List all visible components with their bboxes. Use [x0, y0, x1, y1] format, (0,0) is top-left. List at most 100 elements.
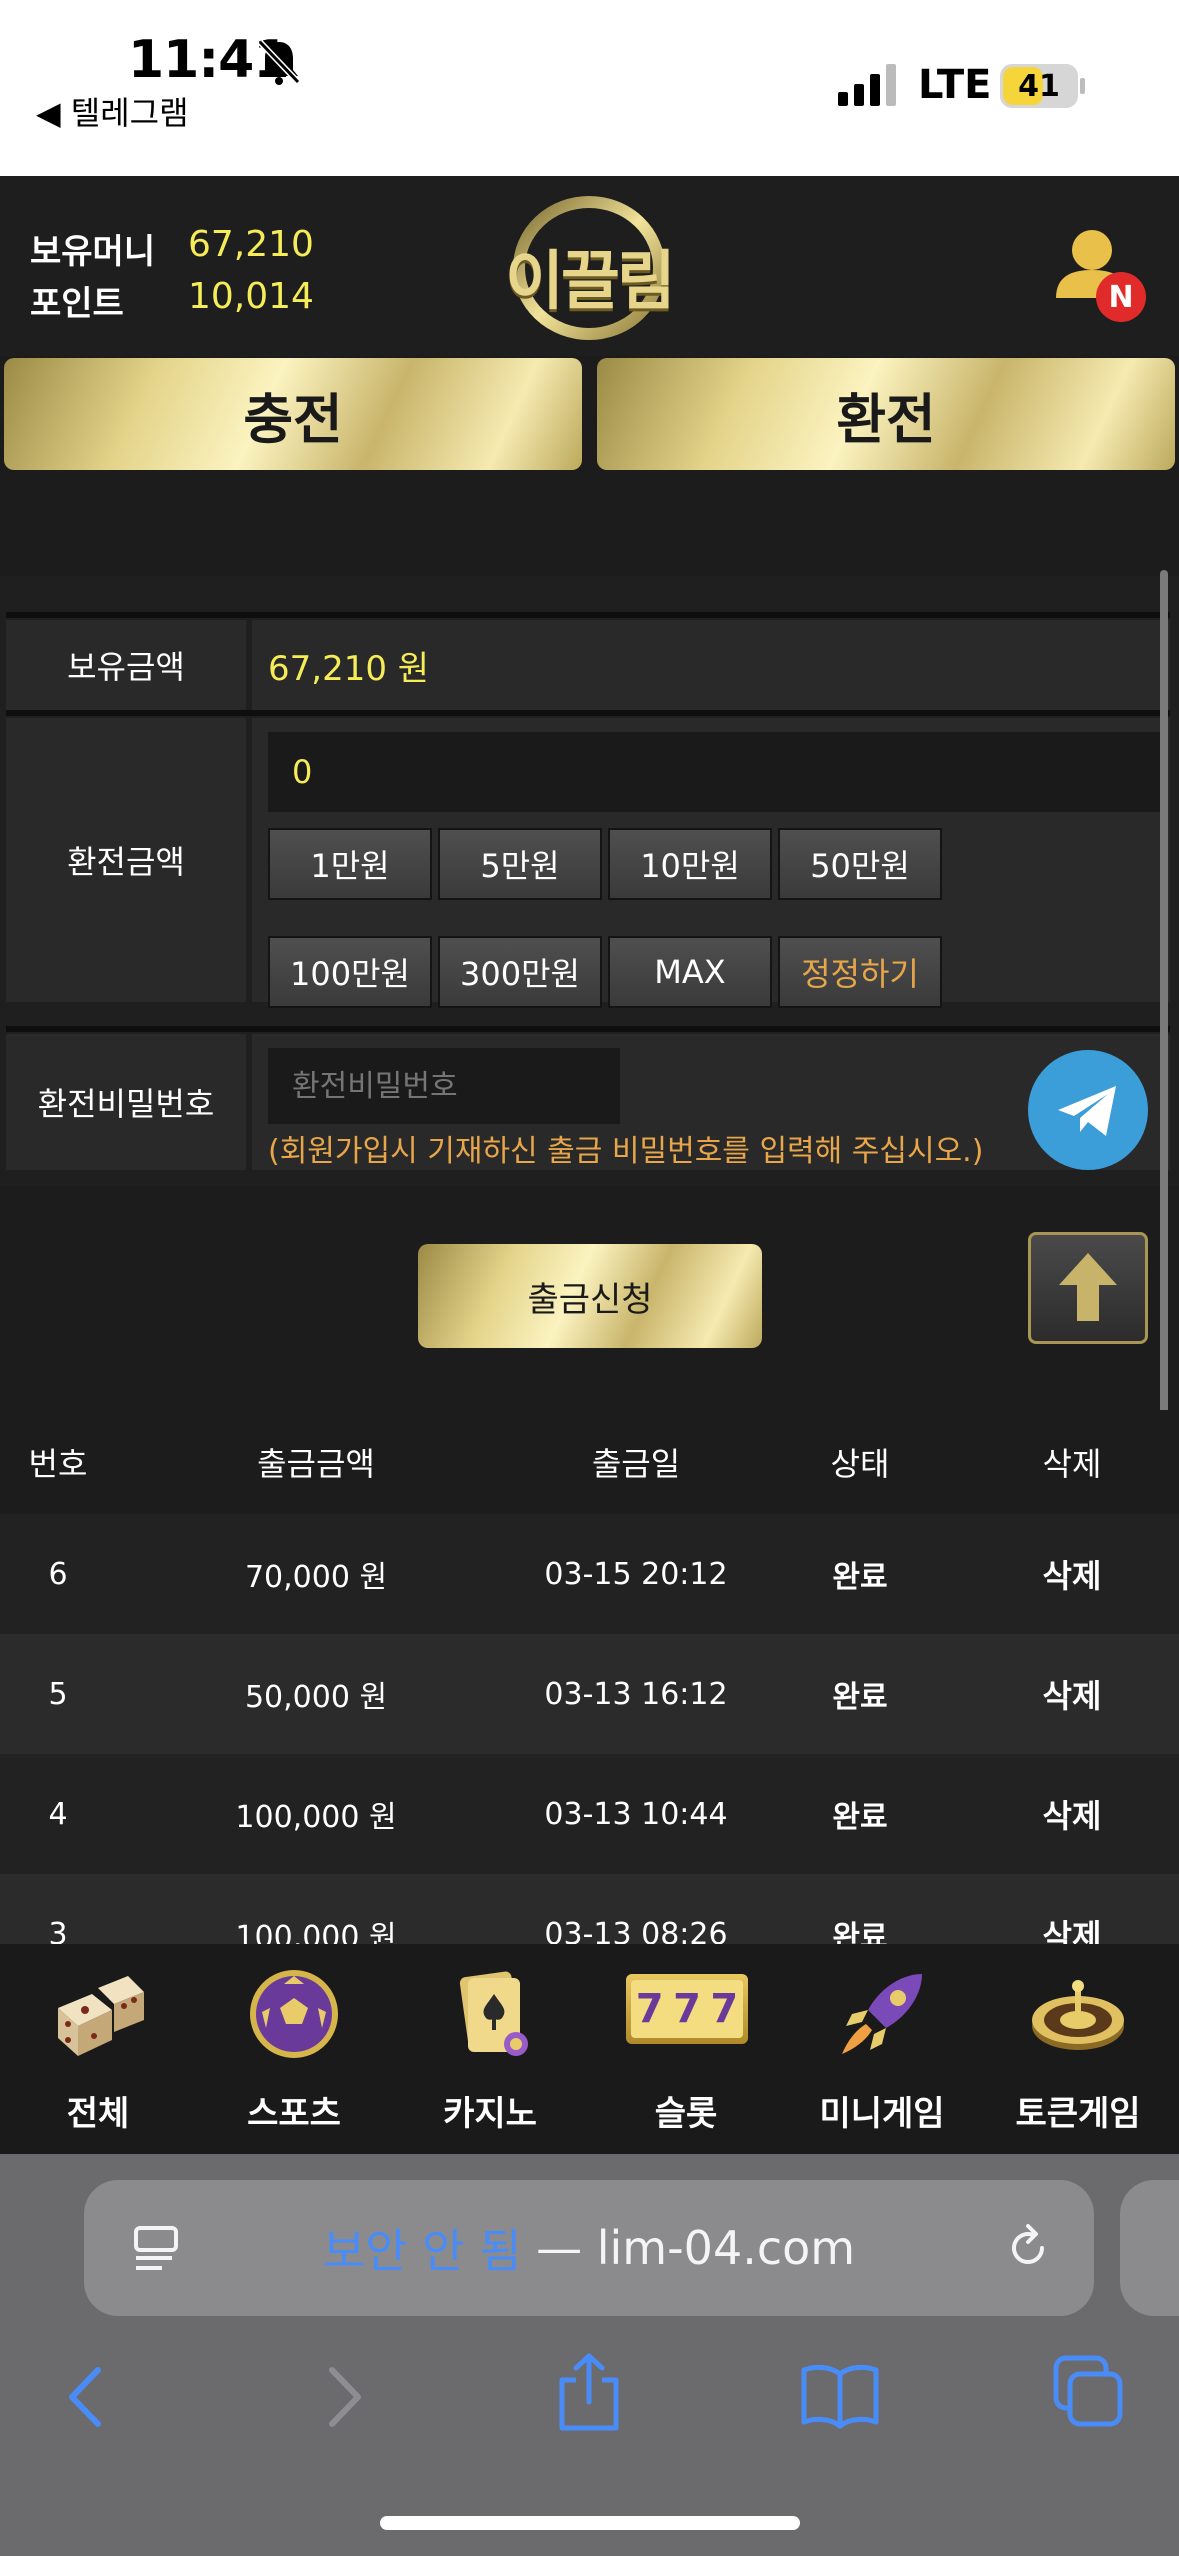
- soccer-ball-icon: [250, 1970, 338, 2058]
- site-header: 보유머니 67,210 포인트 10,014 이끌림 N: [0, 176, 1179, 356]
- balance-field-value: 67,210 원: [268, 648, 430, 689]
- password-hint: (회원가입시 기재하신 출금 비밀번호를 입력해 주십시오.): [268, 1134, 984, 1169]
- header-delete: 삭제: [1042, 1445, 1102, 1483]
- row-amount: 70,000 원: [244, 1560, 388, 1595]
- network-type: LTE: [918, 62, 992, 108]
- battery-icon: 41: [1000, 64, 1085, 108]
- url-domain: lim-04.com: [596, 2221, 856, 2275]
- row-delete-button[interactable]: 삭제: [1012, 1754, 1132, 1874]
- security-warning: 보안 안 됨: [322, 2224, 522, 2278]
- header-date: 출금일: [591, 1445, 681, 1483]
- amount-field-label: 환전금액: [6, 718, 246, 1002]
- amount-10k-button[interactable]: 1만원: [268, 828, 432, 900]
- share-icon[interactable]: [554, 2350, 624, 2434]
- nav-item-token-game[interactable]: 토큰게임: [980, 1944, 1176, 2154]
- row-number: 4: [48, 1796, 68, 1832]
- withdraw-button[interactable]: 환전: [597, 358, 1175, 470]
- site-logo[interactable]: 이끌림: [486, 190, 692, 340]
- row-divider: [6, 612, 1170, 618]
- amount-3m-button[interactable]: 300만원: [438, 936, 602, 1008]
- row-status: 완료: [832, 1800, 888, 1835]
- notification-badge: N: [1096, 272, 1146, 322]
- point-label: 포인트: [30, 284, 124, 324]
- amount-500k-button[interactable]: 50만원: [778, 828, 942, 900]
- amount-max-button[interactable]: MAX: [608, 936, 772, 1008]
- nav-item-minigame[interactable]: 미니게임: [784, 1944, 980, 2154]
- amount-field: 0 1만원 5만원 10만원 50만원 100만원 300만원 MAX 정정하기: [252, 718, 1170, 1008]
- telegram-icon: [1058, 1086, 1116, 1136]
- game-category-nav: 전체 스포츠 카지노 777 슬롯 미니게임 토큰게임: [0, 1944, 1179, 2154]
- bookmarks-icon[interactable]: [800, 2360, 880, 2430]
- row-amount: 50,000 원: [244, 1680, 388, 1715]
- telegram-button[interactable]: [1028, 1050, 1148, 1170]
- scroll-top-button[interactable]: [1028, 1232, 1148, 1344]
- row-divider: [6, 1026, 1170, 1032]
- amount-1m-button[interactable]: 100만원: [268, 936, 432, 1008]
- url-separator: —: [521, 2221, 597, 2275]
- balance-field: 67,210 원: [252, 620, 1170, 710]
- header-status: 상태: [830, 1445, 890, 1483]
- table-row: 3 100,000 원 03-13 08:26 완료 삭제: [0, 1874, 1179, 1944]
- row-status: 완료: [832, 1560, 888, 1595]
- tabs-icon[interactable]: [1052, 2354, 1126, 2430]
- nav-item-slot[interactable]: 777 슬롯: [588, 1944, 784, 2154]
- reload-icon[interactable]: [1002, 2222, 1054, 2274]
- logo-text: 이끌림: [505, 245, 676, 319]
- dice-icon: [58, 1976, 144, 2056]
- amount-input[interactable]: 0: [268, 732, 1162, 812]
- back-to-app-link[interactable]: ◀ 텔레그램: [36, 88, 189, 134]
- row-date: 03-15 20:12: [544, 1556, 728, 1592]
- row-amount: 100,000 원: [235, 1920, 397, 1944]
- withdraw-history-table: 번호 출금금액 출금일 상태 삭제 6 70,000 원 03-15 20:12…: [0, 1410, 1179, 1944]
- nav-label: 스포츠: [247, 2094, 341, 2134]
- cards-icon: [459, 1971, 528, 2056]
- safari-toolbar: 보안 안 됨 — lim-04.com: [0, 2154, 1179, 2556]
- row-number: 6: [48, 1556, 68, 1592]
- withdraw-form: 보유금액 67,210 원 환전금액 0 1만원 5만원 10만원 50만원 1…: [0, 576, 1179, 1186]
- next-tab-preview[interactable]: [1120, 2180, 1179, 2316]
- table-row: 5 50,000 원 03-13 16:12 완료 삭제: [0, 1634, 1179, 1754]
- nav-label: 카지노: [443, 2094, 537, 2134]
- roulette-icon: [1032, 1980, 1124, 2050]
- slot-777-icon: 777: [626, 1974, 748, 2044]
- table-header: 번호 출금금액 출금일 상태 삭제: [0, 1410, 1179, 1514]
- row-delete-button[interactable]: 삭제: [1012, 1514, 1132, 1634]
- amount-50k-button[interactable]: 5만원: [438, 828, 602, 900]
- amount-100k-button[interactable]: 10만원: [608, 828, 772, 900]
- row-status: 완료: [832, 1920, 888, 1944]
- password-input[interactable]: [268, 1048, 620, 1124]
- nav-label: 토큰게임: [1015, 2094, 1141, 2134]
- user-profile-button[interactable]: N: [1050, 220, 1150, 322]
- row-date: 03-13 16:12: [544, 1676, 728, 1712]
- point-value: 10,014: [188, 276, 314, 317]
- nav-item-casino[interactable]: 카지노: [392, 1944, 588, 2154]
- row-date: 03-13 10:44: [544, 1796, 728, 1832]
- url-text: 보안 안 됨 — lim-04.com: [84, 2180, 1094, 2316]
- bell-muted-icon: [257, 39, 301, 85]
- row-date: 03-13 08:26: [544, 1916, 728, 1945]
- balance-label: 보유머니: [30, 232, 156, 272]
- deposit-button[interactable]: 충전: [4, 358, 582, 470]
- withdraw-submit-button[interactable]: 출금신청: [418, 1244, 762, 1348]
- signal-icon: [838, 64, 896, 106]
- row-status: 완료: [832, 1680, 888, 1715]
- amount-reset-button[interactable]: 정정하기: [778, 936, 942, 1008]
- nav-item-sports[interactable]: 스포츠: [196, 1944, 392, 2154]
- row-number: 3: [48, 1916, 68, 1945]
- rocket-icon: [842, 1974, 922, 2054]
- row-amount: 100,000 원: [235, 1800, 397, 1835]
- back-arrow-icon[interactable]: [62, 2362, 112, 2432]
- arrow-up-icon: [1059, 1253, 1117, 1321]
- header-number: 번호: [28, 1445, 88, 1483]
- status-bar: 11:41 ◀ 텔레그램 LTE 41: [0, 0, 1179, 176]
- row-number: 5: [48, 1676, 68, 1712]
- nav-label: 미니게임: [819, 2094, 945, 2134]
- nav-item-all[interactable]: 전체: [0, 1944, 196, 2154]
- row-delete-button[interactable]: 삭제: [1012, 1874, 1132, 1944]
- address-bar[interactable]: 보안 안 됨 — lim-04.com: [84, 2180, 1094, 2316]
- row-delete-button[interactable]: 삭제: [1012, 1634, 1132, 1754]
- forward-arrow-icon: [329, 2367, 361, 2427]
- nav-label: 슬롯: [654, 2094, 718, 2134]
- password-field-label: 환전비밀번호: [6, 1034, 246, 1170]
- row-divider: [6, 710, 1170, 716]
